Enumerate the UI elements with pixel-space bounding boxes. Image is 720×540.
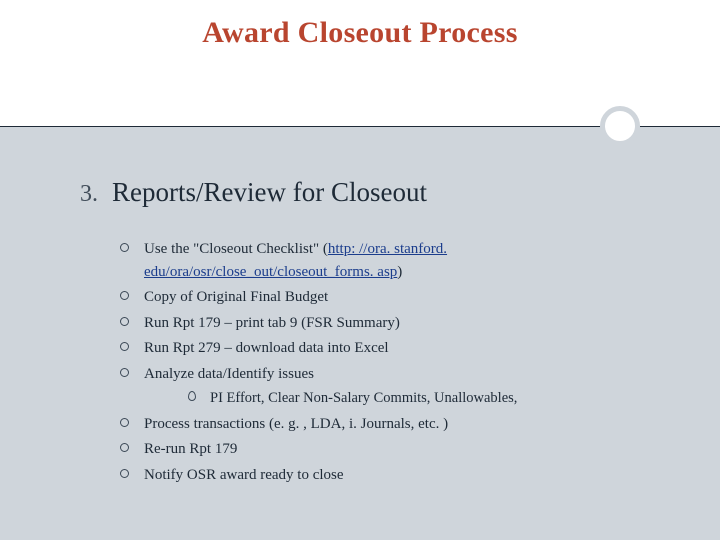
bullet-text: Re-run Rpt 179 bbox=[144, 441, 237, 457]
slide-title: Award Closeout Process bbox=[202, 16, 517, 50]
bullet-text: Analyze data/Identify issues bbox=[144, 366, 314, 382]
list-item: Use the "Closeout Checklist" (http: //or… bbox=[120, 238, 680, 283]
sub-list-item: PI Effort, Clear Non-Salary Commits, Una… bbox=[188, 388, 680, 410]
bullet-text: Run Rpt 179 – print tab 9 (FSR Summary) bbox=[144, 315, 400, 331]
section-heading: 3. Reports/Review for Closeout bbox=[80, 177, 680, 208]
slide: Award Closeout Process 3. Reports/Review… bbox=[0, 0, 720, 540]
list-item: Copy of Original Final Budget bbox=[120, 286, 680, 309]
list-item: Re-run Rpt 179 bbox=[120, 438, 680, 461]
list-item: Analyze data/Identify issues PI Effort, … bbox=[120, 363, 680, 410]
list-item: Process transactions (e. g. , LDA, i. Jo… bbox=[120, 413, 680, 436]
bullet-text: Run Rpt 279 – download data into Excel bbox=[144, 340, 389, 356]
body-area: 3. Reports/Review for Closeout Use the "… bbox=[0, 126, 720, 540]
bullet-text-post: ) bbox=[397, 264, 402, 280]
sub-bullet-list: PI Effort, Clear Non-Salary Commits, Una… bbox=[188, 388, 680, 410]
bullet-text: Notify OSR award ready to close bbox=[144, 467, 344, 483]
sub-bullet-text: PI Effort, Clear Non-Salary Commits, Una… bbox=[210, 390, 517, 406]
section-title: Reports/Review for Closeout bbox=[112, 177, 427, 208]
bullet-text: Copy of Original Final Budget bbox=[144, 289, 328, 305]
section-number: 3. bbox=[80, 181, 98, 208]
list-item: Notify OSR award ready to close bbox=[120, 464, 680, 487]
bullet-text: Process transactions (e. g. , LDA, i. Jo… bbox=[144, 416, 448, 432]
bullet-text-pre: Use the "Closeout Checklist" ( bbox=[144, 241, 328, 257]
bullet-list: Use the "Closeout Checklist" (http: //or… bbox=[120, 238, 680, 486]
divider-circle-icon bbox=[600, 106, 640, 146]
list-item: Run Rpt 279 – download data into Excel bbox=[120, 337, 680, 360]
list-item: Run Rpt 179 – print tab 9 (FSR Summary) bbox=[120, 312, 680, 335]
